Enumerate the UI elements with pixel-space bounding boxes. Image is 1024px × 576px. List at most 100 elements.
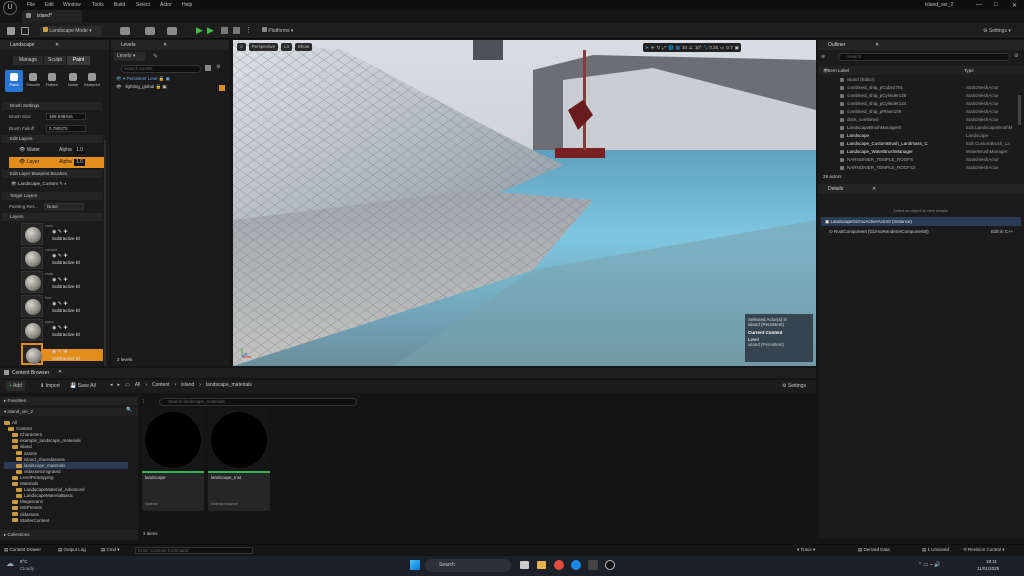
painting-restriction-dropdown[interactable]: None (44, 203, 84, 210)
outliner-row[interactable]: Landscape_CustomBrush_Landmass_C Edit Cus… (818, 140, 1024, 148)
item-label-header[interactable]: Item Label (828, 66, 849, 75)
mode-paint[interactable]: Paint (67, 56, 90, 65)
camera-speed-icon[interactable]: ▭ (720, 45, 724, 51)
edit-in-cpp-link[interactable]: Edit in C++ (991, 227, 1013, 236)
add-actor-icon[interactable] (120, 27, 130, 35)
close-tab-icon[interactable]: ✕ (55, 40, 59, 50)
tree-search-icon[interactable]: 🔍 (126, 407, 132, 413)
asset-tile-landscape[interactable]: landscape Material (142, 409, 204, 511)
output-log-button[interactable]: ▤ Output Log (58, 547, 86, 553)
outliner-row[interactable]: Landscape_WaterBrushManager WaterBrushMan… (818, 148, 1024, 156)
level-color-swatch[interactable] (219, 85, 225, 91)
actor-type[interactable]: Edit CustomBrush_La (966, 140, 1010, 148)
menu-select[interactable]: Select (136, 2, 150, 8)
derived-data-button[interactable]: ▤ Derived Data (858, 547, 890, 553)
minimize-icon[interactable]: — (976, 2, 982, 8)
stop-icon[interactable] (233, 27, 240, 34)
viewport-menu-icon[interactable]: ≡ (237, 43, 246, 51)
menu-help[interactable]: Help (182, 2, 192, 8)
layer-thumbnail[interactable] (21, 295, 43, 317)
grid-snap-value[interactable]: 10 (682, 45, 687, 50)
level-row-lighting[interactable]: 👁 lighting_global 🔒 ▣ (116, 84, 167, 90)
blueprint-icon[interactable] (145, 27, 155, 35)
layer-thumbnail[interactable] (21, 223, 43, 245)
unreal-taskbar-icon[interactable] (605, 560, 615, 570)
breadcrumb-island[interactable]: island (181, 382, 194, 388)
add-button[interactable]: + Add (6, 381, 25, 391)
camera-speed-value[interactable]: 0.7 (726, 45, 732, 50)
alpha-value-field[interactable]: 1.0 (74, 147, 85, 154)
app-icon[interactable] (588, 560, 598, 570)
layer-actions-icon[interactable]: ◉ ✎ ✚ (52, 301, 68, 307)
breadcrumb-landscape-materials[interactable]: landscape_materials (206, 382, 252, 388)
outliner-row[interactable]: LandscapeBrushManager0 Edit LandscapeBrus… (818, 124, 1024, 132)
level-row-persistent[interactable]: 👁 ▾ Persistent Leve 🔒 ▣ (116, 76, 170, 82)
cmd-dropdown[interactable]: ▤ Cmd ▾ (101, 547, 120, 553)
unsaved-button[interactable]: ▤ 1 Unsaved (922, 547, 949, 553)
trace-button[interactable]: ▾ Trace ▾ (797, 547, 815, 553)
mode-dropdown[interactable]: Landscape Mode ▾ (40, 26, 102, 36)
edit-layer-layer[interactable]: 👁 Layer Alpha 1.0 (9, 157, 104, 168)
blueprint-brush-item[interactable]: 👁 Landscape_Custom ✎ ◐ (11, 181, 67, 187)
asset-tile-landscape-inst[interactable]: landscape_Inst Material Instance (208, 409, 270, 511)
pencil-icon[interactable]: ✎ (153, 53, 158, 60)
tool-smooth[interactable]: Smooth (24, 70, 42, 92)
layer-actions-icon[interactable]: ◉ ✎ ✚ (52, 253, 68, 259)
collections-section[interactable]: ▸ Collections (0, 530, 138, 539)
file-explorer-icon[interactable] (537, 561, 546, 569)
viewport-layout-icon[interactable]: ▣ (735, 45, 739, 51)
weather-icon[interactable]: ☁ (6, 559, 14, 568)
more-options-icon[interactable]: ⋮ (245, 26, 252, 34)
windows-start-icon[interactable] (410, 560, 420, 570)
task-view-icon[interactable] (520, 561, 529, 569)
close-window-icon[interactable]: ✕ (1012, 2, 1017, 9)
tool-flatten[interactable]: Flatten (43, 70, 61, 92)
brush-falloff-field[interactable]: 0.780372 (46, 125, 86, 132)
edit-layer-water[interactable]: 👁 Water Alpha 1.0 (9, 145, 104, 156)
landscape-panel-tab[interactable]: Landscape ✕ (0, 40, 109, 50)
settings-icon[interactable]: ⚙ (216, 64, 220, 70)
layer-actions-icon[interactable]: ◉ ✎ ✚ (52, 349, 68, 355)
details-selected-row[interactable]: ▣ LandscapeGizmoActiveActor0 (Instance) (821, 217, 1021, 226)
outliner-scrollbar[interactable] (1018, 95, 1021, 125)
outliner-search-input[interactable]: Search (838, 53, 1010, 61)
save-all-button[interactable]: 💾 Save All (70, 383, 96, 389)
maximize-icon[interactable]: □ (994, 2, 998, 8)
favorites-section[interactable]: ▸ Favorites (0, 397, 138, 405)
menu-actor[interactable]: Actor (160, 2, 172, 8)
play-options-icon[interactable]: ▶ (207, 25, 214, 36)
breadcrumb-content[interactable]: Content (152, 382, 170, 388)
menu-build[interactable]: Build (114, 2, 125, 8)
chrome-icon[interactable] (554, 560, 564, 570)
asset-search-input[interactable]: Search landscape_materials (159, 398, 357, 406)
outliner-row[interactable]: dock_combined StaticMeshActor (818, 116, 1024, 124)
select-icon[interactable]: ➤ (645, 45, 649, 51)
menu-tools[interactable]: Tools (92, 2, 104, 8)
close-tab-icon[interactable]: ✕ (58, 369, 62, 375)
grid-snap-icon[interactable]: ▦ (676, 45, 680, 51)
outliner-row[interactable]: NARNONIER_TEMPLE_ROOFS2 StaticMeshActor (818, 164, 1024, 172)
menu-file[interactable]: File (27, 2, 35, 8)
edit-layers-section[interactable]: Edit Layers (2, 135, 102, 143)
folder-icon[interactable] (205, 65, 211, 71)
edge-icon[interactable] (571, 560, 581, 570)
target-layers-section[interactable]: Target Layers (2, 192, 102, 200)
layer-thumbnail[interactable] (21, 319, 43, 341)
content-drawer-button[interactable]: ▤ Content Drawer (4, 547, 41, 553)
breadcrumb-all[interactable]: All (135, 382, 141, 388)
tool-paint[interactable]: Paint (5, 70, 23, 92)
scale-snap-value[interactable]: 0.25 (709, 45, 718, 50)
alpha-value-field[interactable]: 1.0 (74, 159, 85, 166)
add-filter-icon[interactable]: ⊕ (821, 54, 825, 60)
console-input[interactable]: Enter Console Command (135, 547, 253, 554)
level-value-dropdown[interactable]: island (Persistent) (748, 342, 810, 347)
eye-icon[interactable]: 👁 (19, 147, 25, 153)
layer-actions-icon[interactable]: ◉ ✎ ✚ (52, 277, 68, 283)
import-button[interactable]: ⬇ Import (40, 383, 60, 389)
type-header[interactable]: Type (964, 66, 974, 75)
platforms-menu[interactable]: Platforms ▾ (259, 26, 296, 36)
cinematics-icon[interactable] (167, 27, 177, 35)
outliner-row[interactable]: combined_ship_pCube2791 StaticMeshActor (818, 84, 1024, 92)
outliner-settings-icon[interactable]: ⚙ (1014, 53, 1018, 59)
back-icon[interactable]: ◂ (110, 382, 113, 388)
